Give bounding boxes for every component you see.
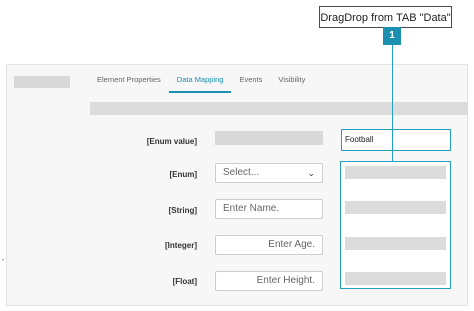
enum-value-mapping-target[interactable]: Football xyxy=(341,129,451,151)
tab-visibility[interactable]: Visibility xyxy=(270,75,313,93)
edge-marker: • xyxy=(2,258,5,264)
drop-target-area[interactable] xyxy=(340,161,451,289)
tab-events[interactable]: Events xyxy=(231,75,270,93)
callout-connector xyxy=(392,28,393,161)
enum-select-value: Select... xyxy=(223,167,260,178)
tab-bar: Element Properties Data Mapping Events V… xyxy=(97,75,313,93)
chevron-down-icon: ⌄ xyxy=(307,168,315,178)
enum-select[interactable]: Select... ⌄ xyxy=(215,163,323,183)
string-input[interactable]: Enter Name. xyxy=(215,199,323,219)
step-badge: 1 xyxy=(383,27,401,45)
drop-slot-integer[interactable] xyxy=(345,237,446,250)
tab-element-properties[interactable]: Element Properties xyxy=(97,75,169,93)
drop-slot-float[interactable] xyxy=(345,272,446,285)
enum-value-label: [Enum value] xyxy=(146,137,197,146)
string-label: [String] xyxy=(168,206,197,215)
integer-label: [Integer] xyxy=(165,241,197,250)
enum-value-field xyxy=(215,131,323,145)
callout-note: DragDrop from TAB "Data" xyxy=(319,6,452,28)
tab-data-mapping[interactable]: Data Mapping xyxy=(168,75,232,93)
panel-header-placeholder xyxy=(14,76,70,88)
drop-slot-string[interactable] xyxy=(345,201,446,214)
float-input[interactable]: Enter Height. xyxy=(215,271,323,291)
integer-input[interactable]: Enter Age. xyxy=(215,235,323,255)
float-label: [Float] xyxy=(172,277,197,286)
section-header-bar xyxy=(90,102,468,115)
enum-label: [Enum] xyxy=(169,170,197,179)
drop-slot-enum[interactable] xyxy=(345,166,446,179)
